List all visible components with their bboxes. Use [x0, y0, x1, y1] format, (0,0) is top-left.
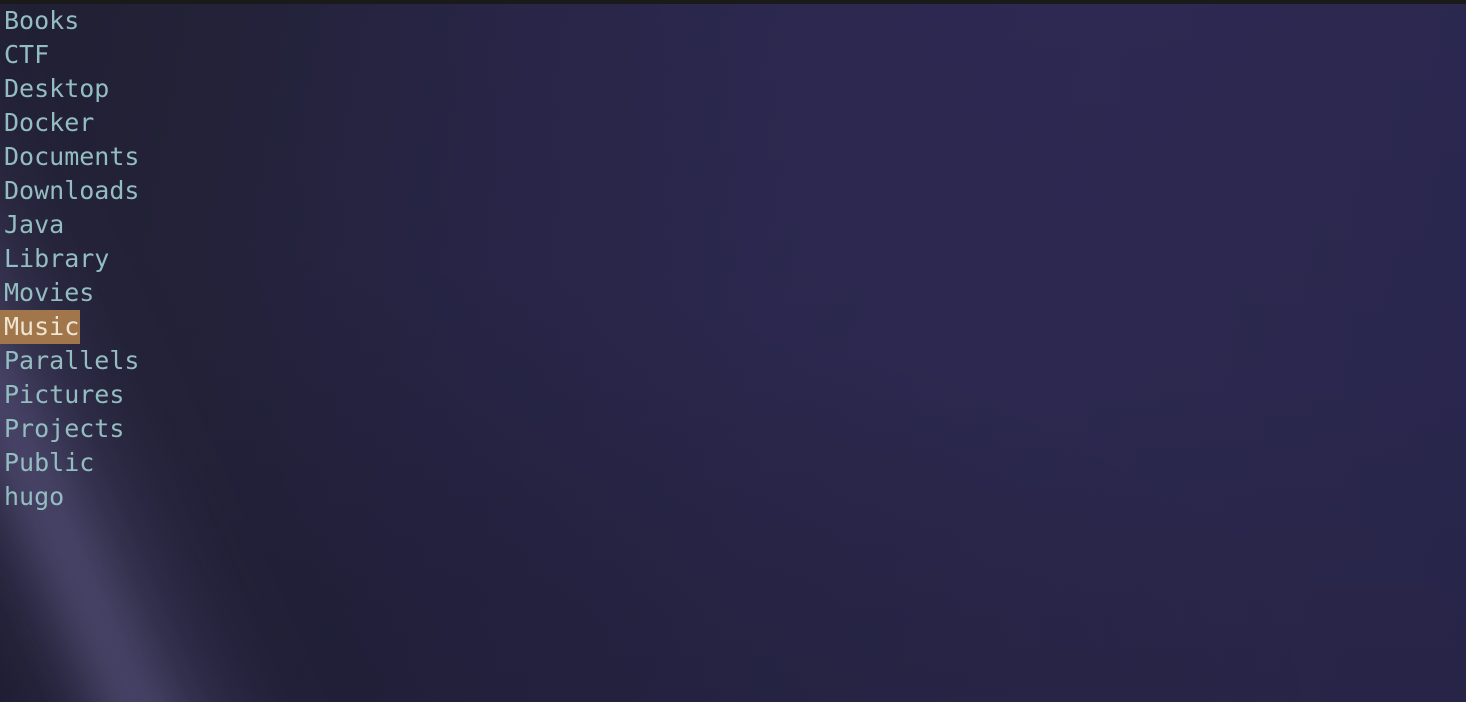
list-item-label: hugo — [4, 482, 65, 511]
window-top-bezel — [0, 0, 1466, 4]
list-item[interactable]: Public — [0, 446, 1466, 480]
list-item[interactable]: Movies — [0, 276, 1466, 310]
list-item[interactable]: Pictures — [0, 378, 1466, 412]
list-item-selected[interactable]: Music — [0, 310, 1466, 344]
list-item-label: Parallels — [4, 346, 140, 375]
list-item-label: Music — [0, 310, 81, 344]
list-item[interactable]: Desktop — [0, 72, 1466, 106]
terminal-screen[interactable]: Books CTF Desktop Docker Documents Downloads J… — [0, 4, 1466, 702]
list-item-label: Downloads — [4, 176, 140, 205]
list-item[interactable]: Projects — [0, 412, 1466, 446]
list-item-label: Books — [4, 6, 80, 35]
list-item-label: Library — [4, 244, 110, 273]
list-item[interactable]: Parallels — [0, 344, 1466, 378]
list-item-label: Desktop — [4, 74, 110, 103]
list-item[interactable]: Java — [0, 208, 1466, 242]
file-listing[interactable]: Books CTF Desktop Docker Documents Downloads J… — [0, 4, 1466, 514]
list-item[interactable]: Books — [0, 4, 1466, 38]
list-item-label: CTF — [4, 40, 50, 69]
list-item[interactable]: Downloads — [0, 174, 1466, 208]
list-item-label: Public — [4, 448, 95, 477]
list-item-label: Java — [4, 210, 65, 239]
list-item-label: Docker — [4, 108, 95, 137]
list-item[interactable]: CTF — [0, 38, 1466, 72]
list-item-label: Movies — [4, 278, 95, 307]
list-item-label: Projects — [4, 414, 125, 443]
list-item[interactable]: Docker — [0, 106, 1466, 140]
list-item[interactable]: hugo — [0, 480, 1466, 514]
terminal-window[interactable]: Books CTF Desktop Docker Documents Downloads J… — [0, 0, 1466, 702]
list-item-label: Documents — [4, 142, 140, 171]
list-item[interactable]: Documents — [0, 140, 1466, 174]
list-item[interactable]: Library — [0, 242, 1466, 276]
list-item-label: Pictures — [4, 380, 125, 409]
